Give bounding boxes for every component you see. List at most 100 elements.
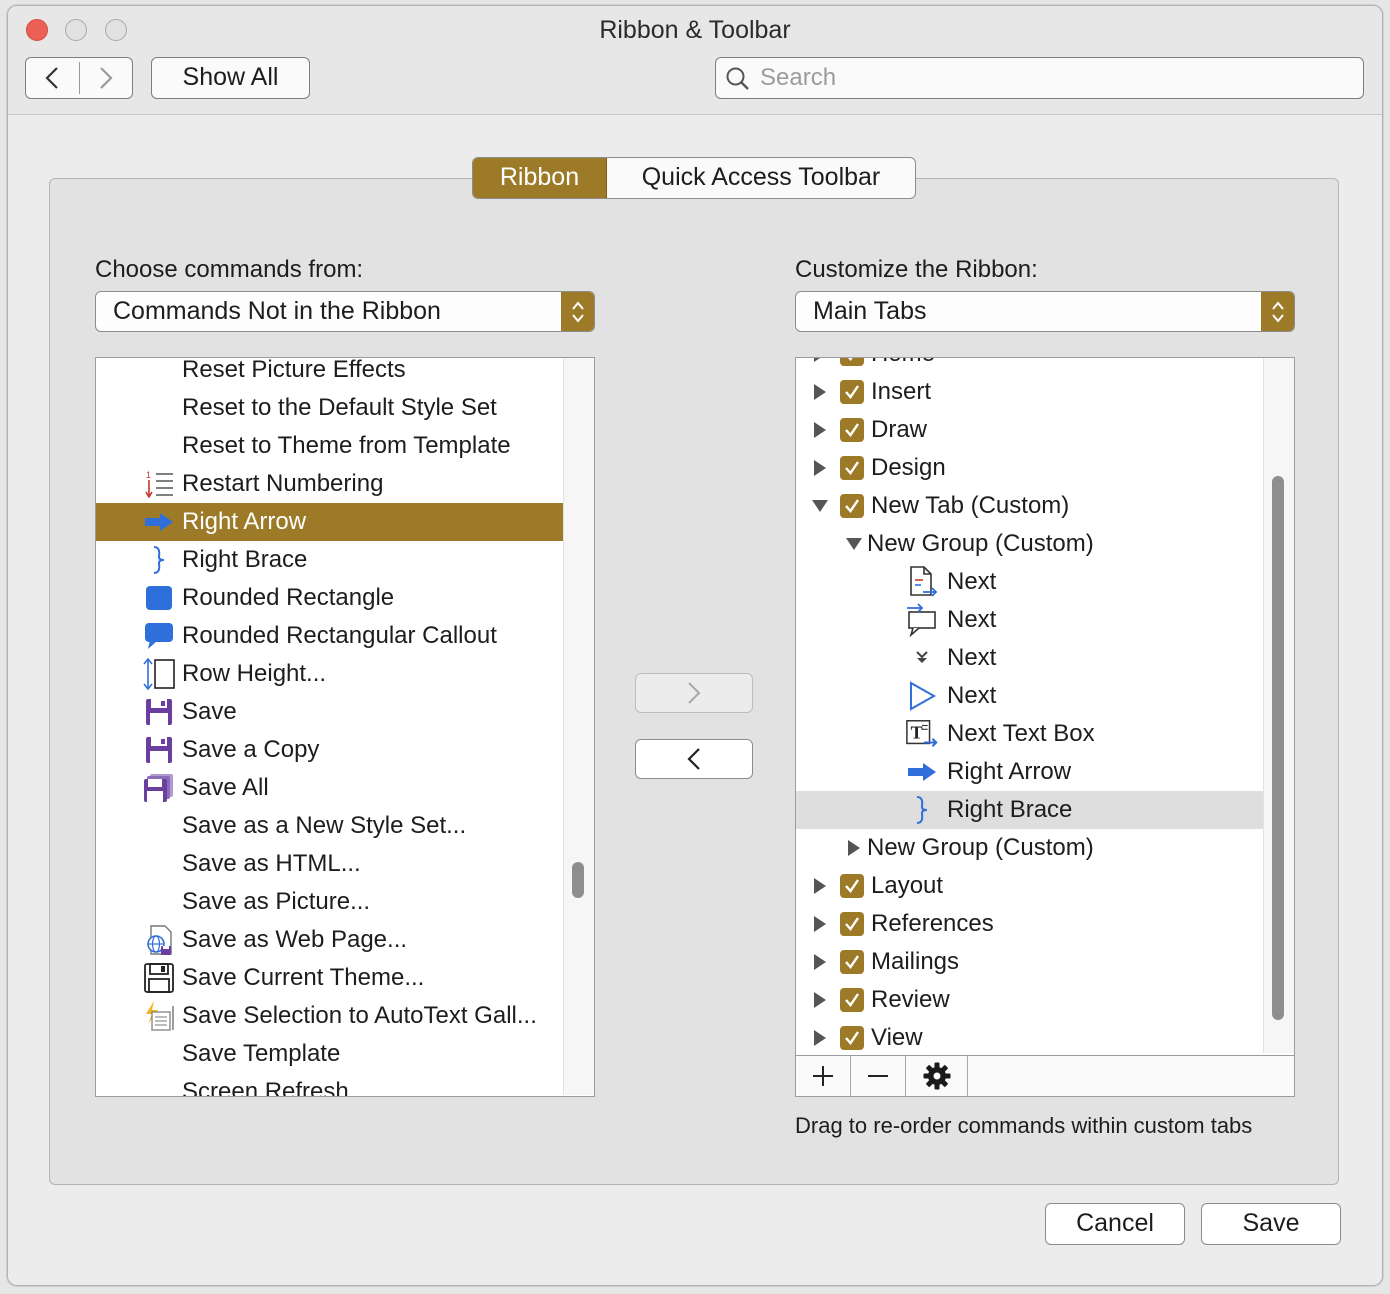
command-item-label: Rounded Rectangle (182, 584, 395, 611)
command-item[interactable]: Right Arrow (96, 503, 563, 541)
disclosure-right-icon[interactable] (812, 867, 828, 905)
disclosure-right-icon[interactable] (812, 943, 828, 981)
command-item[interactable]: Reset to Theme from Template (96, 427, 563, 465)
disclosure-right-icon[interactable] (812, 449, 828, 487)
show-all-button[interactable]: Show All (151, 57, 310, 99)
tab-checkbox[interactable] (840, 494, 864, 518)
command-item[interactable]: Save as HTML... (96, 845, 563, 883)
ribbon-tabs-dropdown[interactable]: Main Tabs (795, 291, 1295, 332)
ribbon-tree-item[interactable]: New Group (Custom) (796, 525, 1263, 563)
tab-ribbon[interactable]: Ribbon (473, 158, 607, 198)
command-item[interactable]: Save (96, 693, 563, 731)
ribbon-tree-item[interactable]: Right Brace (796, 791, 1263, 829)
remove-tab-button[interactable] (851, 1056, 906, 1096)
search-field[interactable] (715, 57, 1364, 99)
ribbon-tree-item[interactable]: Next (796, 563, 1263, 601)
ribbon-tree-item[interactable]: Home (796, 358, 1263, 373)
command-item[interactable]: Rounded Rectangle (96, 579, 563, 617)
ribbon-tree-item[interactable]: Layout (796, 867, 1263, 905)
command-item[interactable]: Save Template (96, 1035, 563, 1073)
command-item[interactable]: Reset Picture Effects (96, 358, 563, 389)
tab-checkbox[interactable] (840, 380, 864, 404)
ribbon-tree-item[interactable]: View (796, 1019, 1263, 1057)
disclosure-right-icon[interactable] (812, 411, 828, 449)
commands-list[interactable]: Screen Refresh Save Template Save Selectio… (95, 357, 595, 1097)
ribbon-tree-item[interactable]: Right Arrow (796, 753, 1263, 791)
command-item[interactable]: Screen Refresh (96, 1073, 563, 1096)
ribbon-tree-item-label: Mailings (871, 948, 960, 975)
command-item[interactable]: Save a Copy (96, 731, 563, 769)
tab-checkbox[interactable] (840, 988, 864, 1012)
disclosure-right-icon[interactable] (812, 905, 828, 943)
command-item[interactable]: Save as Web Page... (96, 921, 563, 959)
cancel-button[interactable]: Cancel (1045, 1203, 1185, 1245)
ribbon-tree-item[interactable]: Mailings (796, 943, 1263, 981)
ribbon-tabs-value: Main Tabs (813, 297, 927, 325)
ribbon-toolbar-window: Ribbon & Toolbar Show All Ribbon Quick A… (7, 5, 1383, 1286)
command-item[interactable]: 1 Restart Numbering (96, 465, 563, 503)
title-bar: Ribbon & Toolbar Show All (8, 6, 1382, 115)
tab-quick-access-toolbar[interactable]: Quick Access Toolbar (607, 158, 915, 198)
save-all-icon (142, 769, 176, 807)
tab-checkbox[interactable] (840, 456, 864, 480)
ribbon-tree[interactable]: View Review Mailings References Layout New Gr… (795, 357, 1295, 1097)
command-item[interactable]: Rounded Rectangular Callout (96, 617, 563, 655)
ribbon-tree-scroll-thumb[interactable] (1272, 476, 1284, 1020)
command-item[interactable]: Save All (96, 769, 563, 807)
ribbon-tree-item[interactable]: Design (796, 449, 1263, 487)
tab-checkbox[interactable] (840, 950, 864, 974)
ribbon-tree-item[interactable]: Review (796, 981, 1263, 1019)
chevron-right-icon (99, 67, 113, 89)
tab-checkbox[interactable] (840, 874, 864, 898)
forward-button[interactable] (80, 58, 133, 98)
checkmark-icon (845, 1031, 859, 1045)
save-button[interactable]: Save (1201, 1203, 1341, 1245)
ribbon-tree-scrollbar[interactable] (1263, 358, 1294, 1053)
disclosure-right-icon[interactable] (846, 829, 862, 867)
ribbon-tree-item[interactable]: Next (796, 677, 1263, 715)
disclosure-right-icon[interactable] (812, 1019, 828, 1057)
next-comment-icon (905, 563, 939, 601)
ribbon-tree-item[interactable]: References (796, 905, 1263, 943)
ribbon-tree-item[interactable]: New Tab (Custom) (796, 487, 1263, 525)
command-item-label: Restart Numbering (182, 470, 384, 497)
ribbon-tree-item[interactable]: Next (796, 601, 1263, 639)
disclosure-down-icon[interactable] (812, 487, 828, 525)
command-item[interactable]: Right Brace (96, 541, 563, 579)
back-button[interactable] (26, 58, 79, 98)
commands-list-scrollbar[interactable] (563, 358, 594, 1095)
command-item[interactable]: Save as a New Style Set... (96, 807, 563, 845)
remove-command-button[interactable] (635, 739, 753, 779)
add-command-button[interactable] (635, 673, 753, 713)
command-item-label: Save as Web Page... (182, 926, 408, 953)
add-tab-button[interactable] (796, 1056, 851, 1096)
command-item[interactable]: Save Selection to AutoText Gall... (96, 997, 563, 1035)
disclosure-right-icon[interactable] (812, 358, 828, 373)
ribbon-tree-item[interactable]: Next (796, 639, 1263, 677)
ribbon-tree-item-label: References (871, 910, 994, 937)
updown-arrows-icon (561, 292, 594, 331)
ribbon-tree-item[interactable]: Draw (796, 411, 1263, 449)
command-item[interactable]: Save Current Theme... (96, 959, 563, 997)
checkmark-icon (845, 879, 859, 893)
disclosure-right-icon[interactable] (812, 373, 828, 411)
tab-checkbox[interactable] (840, 418, 864, 442)
tab-checkbox[interactable] (840, 1026, 864, 1050)
tab-checkbox[interactable] (840, 912, 864, 936)
disclosure-down-icon[interactable] (846, 525, 862, 563)
command-item[interactable]: Save as Picture... (96, 883, 563, 921)
command-item-label: Right Arrow (182, 508, 307, 535)
command-item[interactable]: Reset to the Default Style Set (96, 389, 563, 427)
command-item[interactable]: Row Height... (96, 655, 563, 693)
ribbon-tree-item-label: Layout (871, 872, 944, 899)
ribbon-tree-item[interactable]: T Next Text Box (796, 715, 1263, 753)
tree-options-button[interactable] (906, 1056, 968, 1096)
commands-source-dropdown[interactable]: Commands Not in the Ribbon (95, 291, 595, 332)
ribbon-tree-item[interactable]: Insert (796, 373, 1263, 411)
commands-list-scroll-thumb[interactable] (572, 862, 584, 898)
disclosure-right-icon[interactable] (812, 981, 828, 1019)
ribbon-tree-item[interactable]: New Group (Custom) (796, 829, 1263, 867)
tab-checkbox[interactable] (840, 358, 864, 366)
command-item-label: Save All (182, 774, 269, 801)
search-input[interactable] (760, 58, 1350, 97)
